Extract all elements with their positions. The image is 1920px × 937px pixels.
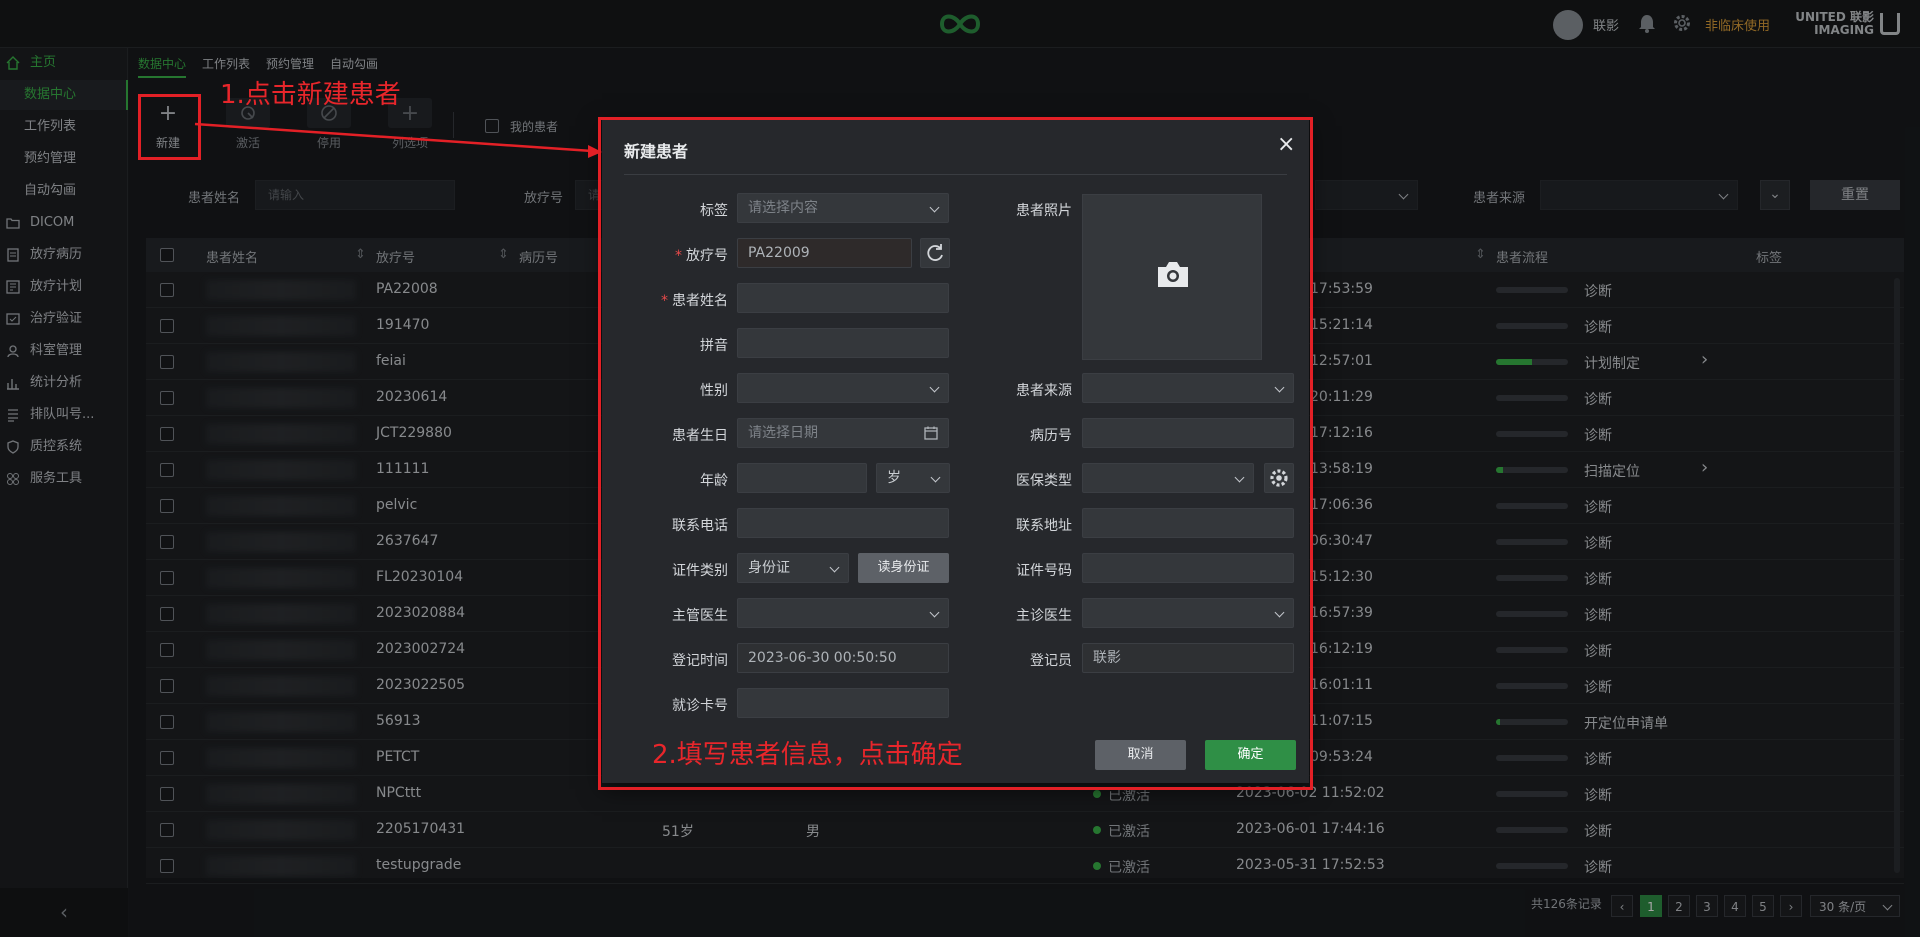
annotation-arrow bbox=[194, 122, 602, 158]
annotation-step1: 1.点击新建患者 bbox=[220, 80, 401, 110]
annotation-step2: 2.填写患者信息，点击确定 bbox=[652, 740, 963, 770]
